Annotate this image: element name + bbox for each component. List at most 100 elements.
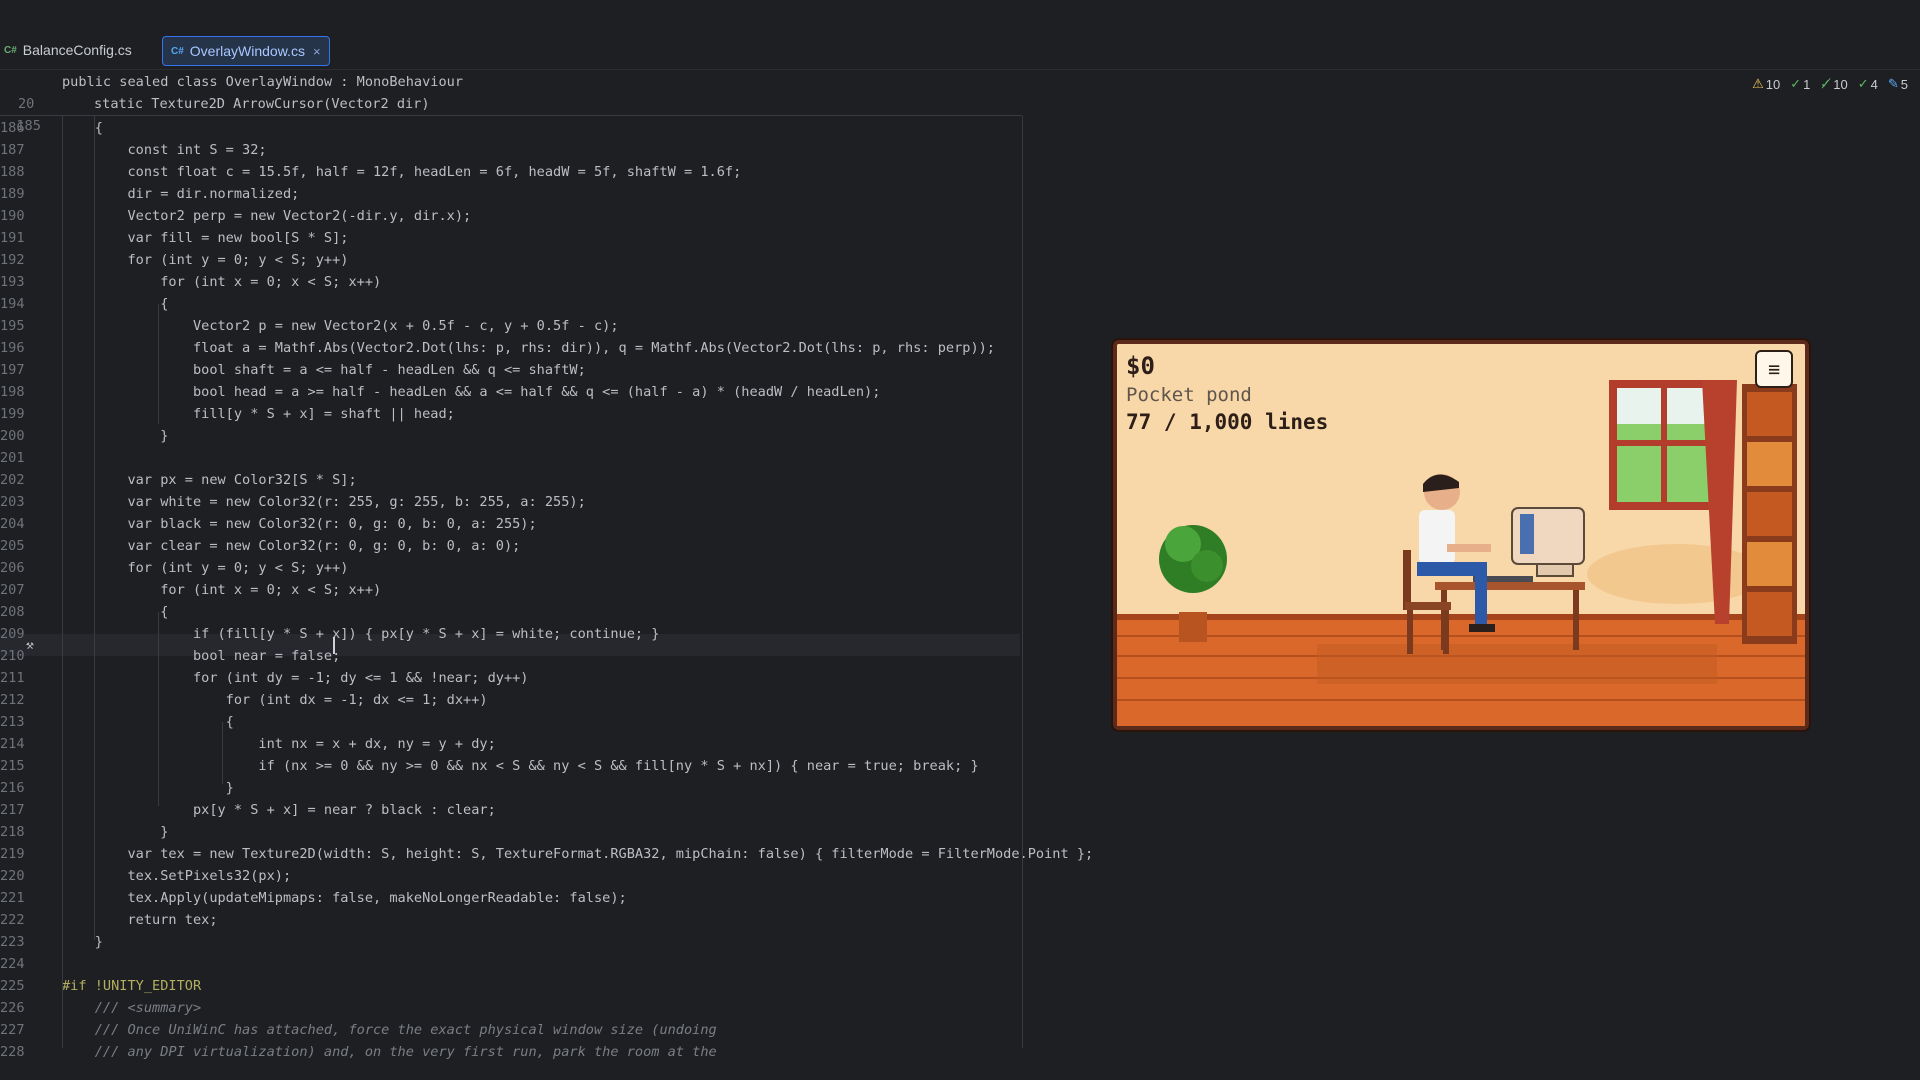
code-line[interactable]: 206 for (int y = 0; y < S; y++)	[0, 557, 1100, 579]
code-text: /// <summary>	[62, 1000, 202, 1016]
code-line[interactable]: 201	[0, 447, 1100, 469]
editor-tab-bar: C# BalanceConfig.cs C# OverlayWindow.cs …	[0, 34, 1920, 66]
code-line[interactable]: 199 fill[y * S + x] = shaft || head;	[0, 403, 1100, 425]
code-text: return tex;	[62, 912, 218, 928]
code-text: /// any DPI virtualization) and, on the …	[62, 1044, 717, 1060]
code-line[interactable]: 200 }	[0, 425, 1100, 447]
code-line[interactable]: 209 if (fill[y * S + x]) { px[y * S + x]…	[0, 623, 1100, 645]
code-line[interactable]: 227 /// Once UniWinC has attached, force…	[0, 1019, 1100, 1041]
sticky-code: public sealed class OverlayWindow : Mono…	[62, 74, 464, 90]
bookshelf	[1742, 384, 1797, 644]
code-line[interactable]: 198 bool head = a >= half - headLen && a…	[0, 381, 1100, 403]
code-line[interactable]: 218 }	[0, 821, 1100, 843]
code-text: {	[62, 120, 103, 136]
line-number: 191	[0, 230, 25, 246]
code-line[interactable]: 197 bool shaft = a <= half - headLen && …	[0, 359, 1100, 381]
wall-shading	[1587, 544, 1767, 604]
code-line[interactable]: 196 float a = Mathf.Abs(Vector2.Dot(lhs:…	[0, 337, 1100, 359]
line-number: 217	[0, 802, 25, 818]
line-number: 201	[0, 450, 25, 466]
line-number: 197	[0, 362, 25, 378]
code-line[interactable]: 193 for (int x = 0; x < S; x++)	[0, 271, 1100, 293]
code-line[interactable]: 221 tex.Apply(updateMipmaps: false, make…	[0, 887, 1100, 909]
line-number: 207	[0, 582, 25, 598]
code-line[interactable]: 222 return tex;	[0, 909, 1100, 931]
code-line[interactable]: 228 /// any DPI virtualization) and, on …	[0, 1041, 1100, 1063]
code-text: fill[y * S + x] = shaft || head;	[62, 406, 455, 422]
code-text: var px = new Color32[S * S];	[62, 472, 357, 488]
tab-separator	[0, 69, 1920, 70]
room-name: Pocket pond	[1126, 384, 1252, 406]
code-line[interactable]: 220 tex.SetPixels32(px);	[0, 865, 1100, 887]
code-line[interactable]: 204 var black = new Color32(r: 0, g: 0, …	[0, 513, 1100, 535]
text-caret	[333, 637, 335, 654]
code-line[interactable]: 223 }	[0, 931, 1100, 953]
code-line[interactable]: 189 dir = dir.normalized;	[0, 183, 1100, 205]
line-number: 227	[0, 1022, 25, 1038]
code-line[interactable]: 213 {	[0, 711, 1100, 733]
line-number: 218	[0, 824, 25, 840]
code-line[interactable]: 225 #if !UNITY_EDITOR	[0, 975, 1100, 997]
code-text: }	[62, 428, 169, 444]
code-line[interactable]: 208 {	[0, 601, 1100, 623]
code-line[interactable]: 191 var fill = new bool[S * S];	[0, 227, 1100, 249]
code-line[interactable]: 205 var clear = new Color32(r: 0, g: 0, …	[0, 535, 1100, 557]
line-number: 199	[0, 406, 25, 422]
game-overlay-window[interactable]: $0 Pocket pond 77 / 1,000 lines ≡	[1113, 340, 1809, 730]
code-text: for (int dy = -1; dy <= 1 && !near; dy++…	[62, 670, 529, 686]
indent-guide	[62, 116, 63, 1048]
line-number: 226	[0, 1000, 25, 1016]
line-number: 190	[0, 208, 25, 224]
code-text: for (int y = 0; y < S; y++)	[62, 560, 349, 576]
code-text: var white = new Color32(r: 255, g: 255, …	[62, 494, 586, 510]
code-text: tex.SetPixels32(px);	[62, 868, 292, 884]
indent-guide	[222, 722, 223, 784]
tab-balance-config[interactable]: C# BalanceConfig.cs	[4, 36, 132, 64]
line-number: 210	[0, 648, 25, 664]
line-number: 215	[0, 758, 25, 774]
code-line[interactable]: 195 Vector2 p = new Vector2(x + 0.5f - c…	[0, 315, 1100, 337]
code-line[interactable]: 203 var white = new Color32(r: 255, g: 2…	[0, 491, 1100, 513]
floor-shadow	[1317, 644, 1717, 684]
menu-icon: ≡	[1767, 357, 1781, 381]
code-line[interactable]: 211 for (int dy = -1; dy <= 1 && !near; …	[0, 667, 1100, 689]
line-number: 221	[0, 890, 25, 906]
line-number: 219	[0, 846, 25, 862]
code-line[interactable]: 212 for (int dx = -1; dx <= 1; dx++)	[0, 689, 1100, 711]
code-line[interactable]: 216 }	[0, 777, 1100, 799]
code-line[interactable]: 188 const float c = 15.5f, half = 12f, h…	[0, 161, 1100, 183]
code-line[interactable]: 190 Vector2 perp = new Vector2(-dir.y, d…	[0, 205, 1100, 227]
code-text: var tex = new Texture2D(width: S, height…	[62, 846, 1094, 862]
sticky-code: static Texture2D ArrowCursor(Vector2 dir…	[94, 96, 430, 112]
close-tab-icon[interactable]: ×	[313, 44, 321, 59]
sticky-line-class[interactable]: 20 public sealed class OverlayWindow : M…	[0, 71, 1920, 112]
code-text: tex.Apply(updateMipmaps: false, makeNoLo…	[62, 890, 627, 906]
indent-guide	[158, 304, 159, 424]
code-line[interactable]: 219 var tex = new Texture2D(width: S, he…	[0, 843, 1100, 865]
code-line[interactable]: 217 px[y * S + x] = near ? black : clear…	[0, 799, 1100, 821]
code-line[interactable]: 194 {	[0, 293, 1100, 315]
line-number: 213	[0, 714, 25, 730]
code-text: }	[62, 934, 103, 950]
code-line[interactable]: 187 const int S = 32;	[0, 139, 1100, 161]
code-line[interactable]: 215 if (nx >= 0 && ny >= 0 && nx < S && …	[0, 755, 1100, 777]
code-line[interactable]: 192 for (int y = 0; y < S; y++)	[0, 249, 1100, 271]
code-line[interactable]: 210 bool near = false;	[0, 645, 1100, 667]
menu-button[interactable]: ≡	[1755, 350, 1793, 388]
code-line[interactable]: 202 var px = new Color32[S * S];	[0, 469, 1100, 491]
line-number: 228	[0, 1044, 25, 1060]
code-line[interactable]: 207 for (int x = 0; x < S; x++)	[0, 579, 1100, 601]
line-number: 216	[0, 780, 25, 796]
line-number: 189	[0, 186, 25, 202]
line-number: 222	[0, 912, 25, 928]
code-text: for (int x = 0; x < S; x++)	[62, 582, 382, 598]
sticky-line-method[interactable]: 185 static Texture2D ArrowCursor(Vector2…	[0, 93, 1920, 134]
code-line[interactable]: 214 int nx = x + dx, ny = y + dy;	[0, 733, 1100, 755]
tab-overlay-window[interactable]: C# OverlayWindow.cs ×	[162, 36, 330, 66]
code-line[interactable]: 186 {	[0, 117, 1100, 139]
code-line[interactable]: 224	[0, 953, 1100, 975]
code-text: if (fill[y * S + x]) { px[y * S + x] = w…	[62, 626, 660, 642]
code-line[interactable]: 226 /// <summary>	[0, 997, 1100, 1019]
code-text: {	[62, 604, 169, 620]
code-text: {	[62, 714, 234, 730]
